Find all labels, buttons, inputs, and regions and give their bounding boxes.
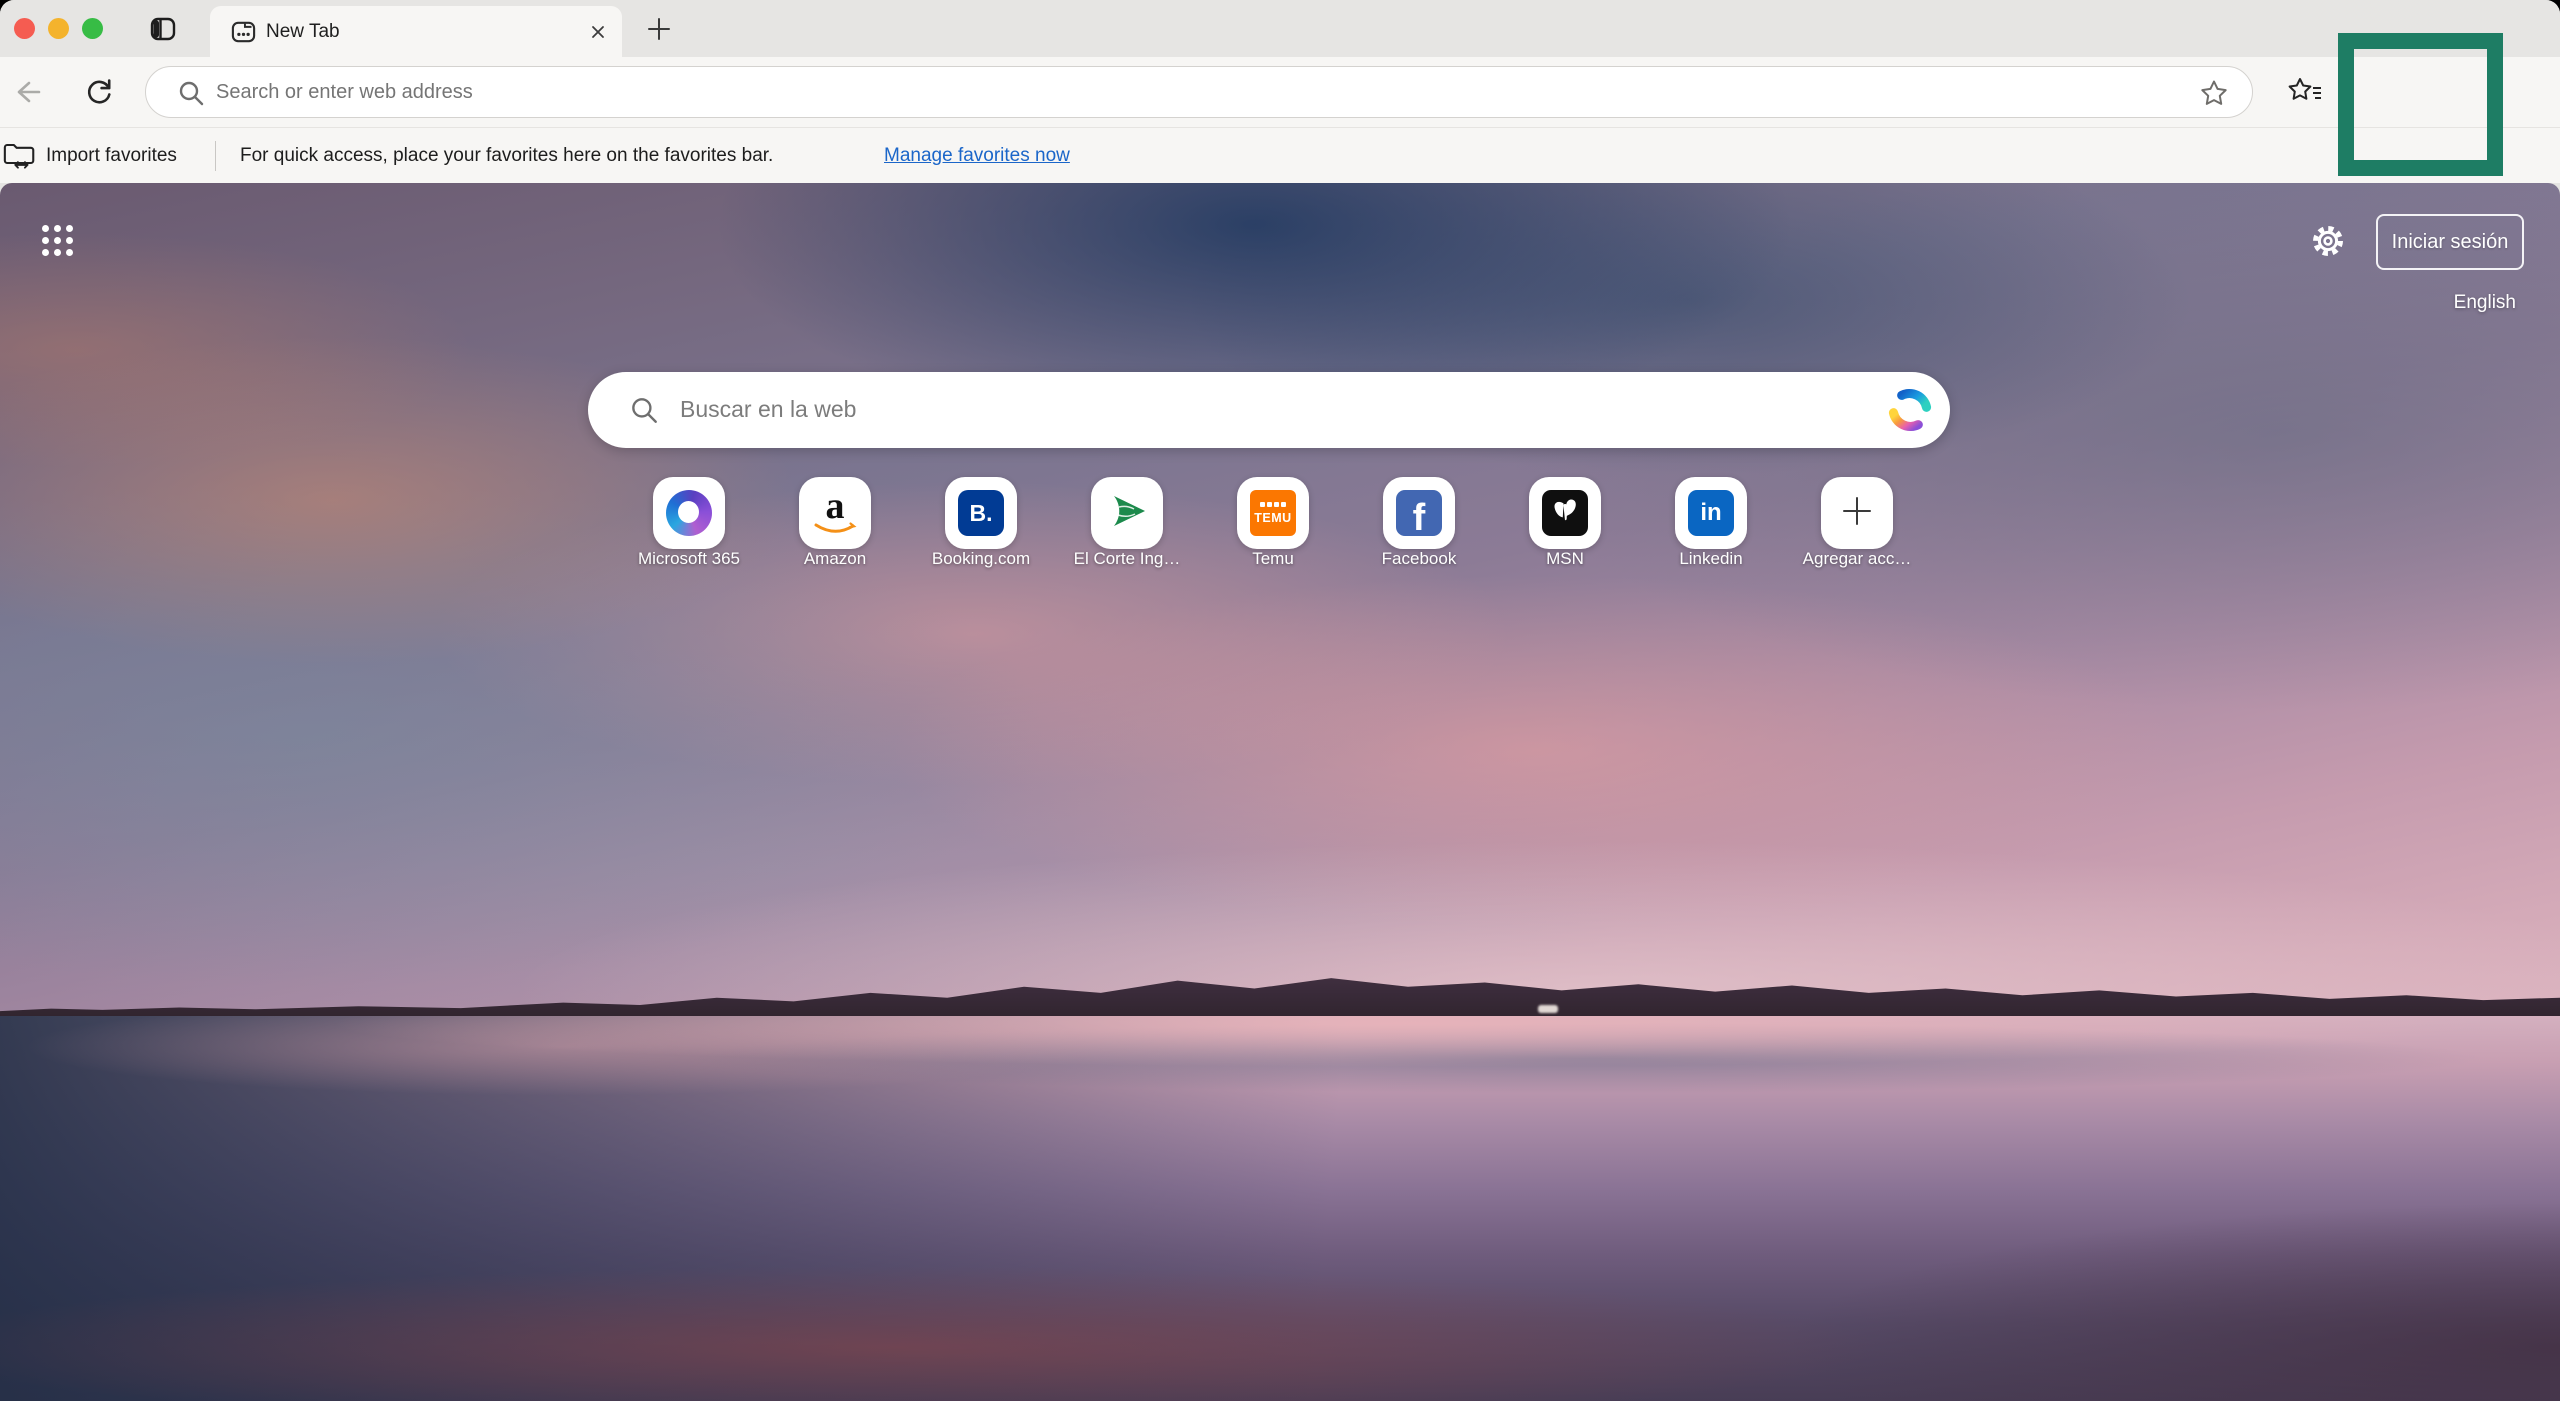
- wallpaper-sky: [0, 183, 2560, 1018]
- manage-favorites-link[interactable]: Manage favorites now: [884, 128, 1070, 184]
- wallpaper-water-reflection: [0, 1016, 2560, 1401]
- quick-link-temu[interactable]: TEMU Temu: [1198, 477, 1348, 569]
- search-icon: [628, 394, 660, 431]
- import-favorites-button[interactable]: Import favorites: [0, 128, 177, 184]
- quick-link-microsoft-365[interactable]: Microsoft 365: [614, 477, 764, 569]
- window-close-button[interactable]: [14, 18, 35, 39]
- amazon-icon: a: [812, 487, 858, 539]
- browser-window: New Tab: [0, 0, 2560, 1401]
- tab-new-tab[interactable]: New Tab: [210, 6, 622, 57]
- favorites-bar: Import favorites For quick access, place…: [0, 127, 2560, 183]
- apps-grid-icon[interactable]: [42, 225, 75, 258]
- quick-link-msn[interactable]: MSN: [1490, 477, 1640, 569]
- booking-icon: B.: [958, 490, 1004, 536]
- import-favorites-icon: [2, 137, 38, 176]
- window-zoom-button[interactable]: [82, 18, 103, 39]
- temu-icon: TEMU: [1250, 490, 1296, 536]
- tab-strip: New Tab: [0, 0, 2560, 57]
- close-tab-icon[interactable]: [586, 20, 610, 44]
- url-input[interactable]: [216, 68, 2256, 116]
- search-icon: [176, 78, 206, 113]
- tab-overview-icon[interactable]: [148, 14, 178, 44]
- plus-icon: [1837, 491, 1877, 536]
- quick-link-linkedin[interactable]: in Linkedin: [1636, 477, 1786, 569]
- window-minimize-button[interactable]: [48, 18, 69, 39]
- el-corte-ingles-icon: [1103, 487, 1151, 540]
- quick-link-el-corte-ingles[interactable]: El Corte Ing…: [1052, 477, 1202, 569]
- web-search-input[interactable]: [680, 374, 1860, 444]
- favorites-bar-icon[interactable]: [2286, 73, 2324, 111]
- back-icon[interactable]: [8, 73, 46, 111]
- settings-gear-icon[interactable]: [2308, 221, 2348, 261]
- new-tab-favicon-icon: [230, 18, 257, 50]
- copilot-icon[interactable]: [1888, 388, 1932, 432]
- new-tab-page: Iniciar sesión English: [0, 183, 2560, 1401]
- import-favorites-label: Import favorites: [46, 145, 177, 167]
- microsoft-365-icon: [666, 490, 712, 536]
- quick-link-facebook[interactable]: f Facebook: [1344, 477, 1494, 569]
- quick-link-booking[interactable]: B. Booking.com: [906, 477, 1056, 569]
- msn-butterfly-icon: [1542, 490, 1588, 536]
- favorites-bar-message: For quick access, place your favorites h…: [240, 128, 773, 184]
- quick-link-amazon[interactable]: a Amazon: [760, 477, 910, 569]
- linkedin-icon: in: [1688, 490, 1734, 536]
- language-label[interactable]: English: [2390, 292, 2516, 314]
- add-shortcut-button[interactable]: Agregar acc…: [1782, 477, 1932, 569]
- facebook-icon: f: [1396, 490, 1442, 536]
- sign-in-button[interactable]: Iniciar sesión: [2376, 214, 2524, 270]
- address-bar[interactable]: [145, 66, 2253, 118]
- refresh-icon[interactable]: [80, 73, 118, 111]
- tab-title: New Tab: [266, 6, 340, 57]
- toolbar: [0, 57, 2560, 127]
- favorites-bar-divider: [215, 141, 216, 171]
- web-search-box[interactable]: [588, 372, 1950, 448]
- wallpaper-horizon-speck: [1538, 1005, 1558, 1013]
- new-tab-button[interactable]: [642, 12, 676, 46]
- favorite-star-icon[interactable]: [2198, 77, 2230, 114]
